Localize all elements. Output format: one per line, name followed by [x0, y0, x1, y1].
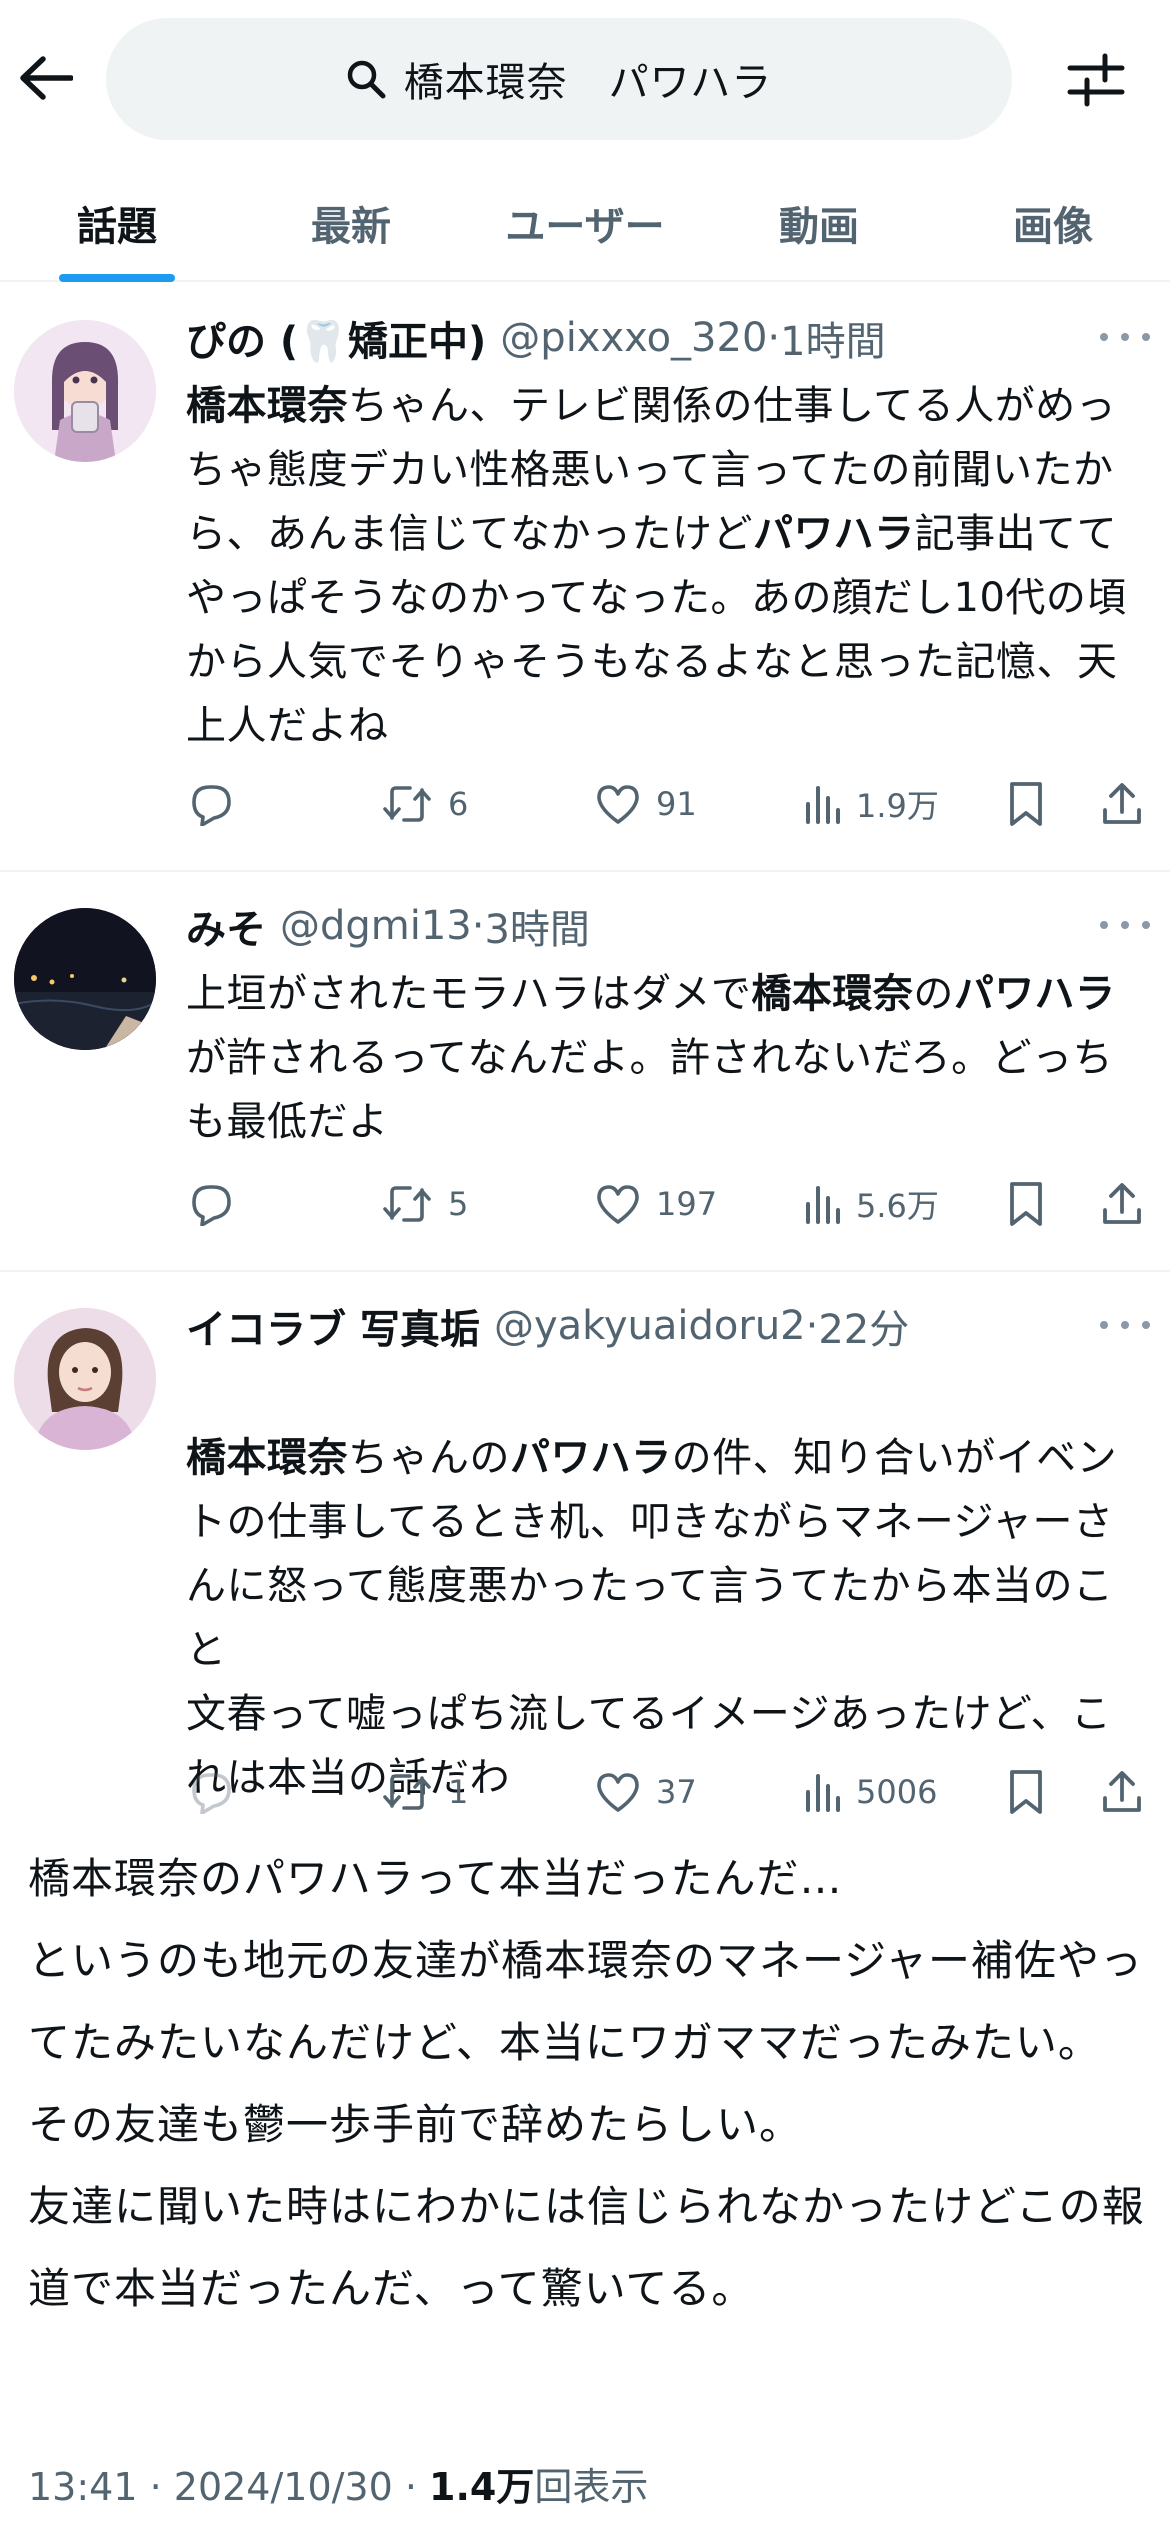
avatar-illustration [14, 320, 156, 462]
tab-images[interactable]: 画像 [936, 166, 1170, 280]
tweet-text: 橋本環奈ちゃん、テレビ関係の仕事してる人がめっちゃ態度デカい性格悪いって言ってた… [186, 383, 1127, 749]
post-text: 橋本環奈のパワハラって本当だったんだ… というのも地元の友達が橋本環奈のマネージ… [28, 1854, 1145, 2313]
heart-icon [597, 785, 639, 824]
share-button[interactable] [1100, 1174, 1144, 1234]
search-input[interactable]: 橋本環奈 パワハラ [106, 18, 1012, 140]
retweet-icon [383, 1186, 431, 1222]
search-icon [347, 60, 386, 99]
avatar-photo [14, 908, 156, 1050]
tab-latest[interactable]: 最新 [234, 166, 468, 280]
post-meta: 13:41 · 2024/10/30 · 1.4万回表示 [28, 2465, 649, 2509]
bar-chart-icon [806, 1774, 840, 1812]
share-button[interactable] [1100, 1762, 1144, 1822]
tweet-actions: 6 91 1.9万 [186, 774, 1156, 834]
meta-separator: · [767, 315, 781, 361]
avatar[interactable] [14, 320, 156, 462]
bookmark-icon [1010, 782, 1042, 826]
bar-chart-icon [806, 786, 840, 824]
search-tabs: 話題 最新 ユーザー 動画 画像 [0, 166, 1170, 282]
bookmark-icon [1010, 1770, 1042, 1814]
author-name[interactable]: みそ [186, 897, 266, 955]
tweet-time[interactable]: 1時間 [780, 309, 885, 367]
views-button[interactable]: 1.9万 [802, 774, 939, 834]
bar-chart-icon [806, 1186, 840, 1224]
retweet-icon [383, 786, 431, 822]
active-tab-indicator [59, 274, 175, 282]
share-button[interactable] [1100, 774, 1144, 834]
post-date: 2024/10/30 [173, 2465, 393, 2509]
heart-icon [597, 1773, 639, 1812]
tweet-text: 上垣がされたモラハラはダメで橋本環奈のパワハラが許されるってなんだよ。許されない… [186, 971, 1116, 1145]
bookmark-icon [1010, 1182, 1042, 1226]
views-button[interactable]: 5.6万 [802, 1174, 939, 1234]
retweet-button[interactable]: 5 [380, 1174, 468, 1234]
filter-button[interactable] [1064, 48, 1128, 112]
heart-icon [597, 1185, 639, 1224]
tweet-text: 橋本環奈ちゃんのパワハラの件、知り合いがイベントの仕事してるとき机、叩きながらマ… [186, 1435, 1118, 1801]
post-views-label: 回表示 [534, 2465, 649, 2509]
reply-icon [192, 1773, 231, 1814]
tab-users[interactable]: ユーザー [468, 166, 702, 280]
share-icon [1103, 783, 1141, 824]
avatar[interactable] [14, 1308, 156, 1450]
tweet-time[interactable]: 22分 [818, 1297, 909, 1355]
sliders-icon [1067, 53, 1125, 107]
reply-button[interactable] [186, 774, 248, 834]
retweet-icon [383, 1774, 431, 1810]
author-name[interactable]: ぴの (🦷矯正中) [186, 309, 486, 367]
bookmark-button[interactable] [1006, 1174, 1046, 1234]
more-options-icon[interactable] [1100, 910, 1150, 940]
author-handle[interactable]: @dgmi13 [280, 903, 472, 949]
retweet-button[interactable]: 1 [380, 1762, 468, 1822]
author-name[interactable]: イコラブ 写真垢 [186, 1297, 480, 1355]
tweet-actions: 1 37 5006 [186, 1762, 1156, 1822]
avatar[interactable] [14, 908, 156, 1050]
author-handle[interactable]: @yakyuaidoru2 [494, 1303, 806, 1349]
reply-icon [192, 785, 231, 826]
more-options-icon[interactable] [1100, 322, 1150, 352]
tweet[interactable]: イコラブ 写真垢 @yakyuaidoru2 · 22分 橋本環奈ちゃんのパワハラの件… [0, 1272, 1170, 1832]
like-button[interactable]: 197 [594, 1174, 717, 1234]
reply-button[interactable] [186, 1174, 248, 1234]
like-button[interactable]: 91 [594, 774, 697, 834]
share-icon [1103, 1771, 1141, 1812]
meta-separator: · [471, 903, 485, 949]
tab-trending[interactable]: 話題 [0, 166, 234, 282]
reply-icon [192, 1185, 231, 1226]
more-options-icon[interactable] [1100, 1310, 1150, 1340]
share-icon [1103, 1183, 1141, 1224]
tweet[interactable]: ぴの (🦷矯正中) @pixxxo_320 · 1時間 橋本環奈ちゃん、テレビ関係の仕… [0, 284, 1170, 872]
back-arrow-icon [20, 56, 73, 100]
search-header: 橋本環奈 パワハラ [0, 0, 1170, 160]
like-button[interactable]: 37 [594, 1762, 697, 1822]
views-button[interactable]: 5006 [802, 1762, 937, 1822]
back-button[interactable] [14, 46, 78, 110]
avatar-photo [14, 1308, 156, 1450]
search-query: 橋本環奈 パワハラ [403, 60, 773, 106]
tweet-actions: 5 197 5.6万 [186, 1174, 1156, 1234]
retweet-button[interactable]: 6 [380, 774, 468, 834]
reply-button[interactable] [186, 1762, 248, 1822]
tweet[interactable]: みそ @dgmi13 · 3時間 上垣がされたモラハラはダメで橋本環奈のパワハラが許さ… [0, 872, 1170, 1272]
tweet-time[interactable]: 3時間 [484, 897, 589, 955]
tab-videos[interactable]: 動画 [702, 166, 936, 280]
author-handle[interactable]: @pixxxo_320 [500, 315, 767, 361]
bookmark-button[interactable] [1006, 774, 1046, 834]
post-time: 13:41 [28, 2465, 138, 2509]
meta-separator: · [805, 1303, 819, 1349]
post-views-count: 1.4万 [429, 2465, 535, 2509]
bookmark-button[interactable] [1006, 1762, 1046, 1822]
